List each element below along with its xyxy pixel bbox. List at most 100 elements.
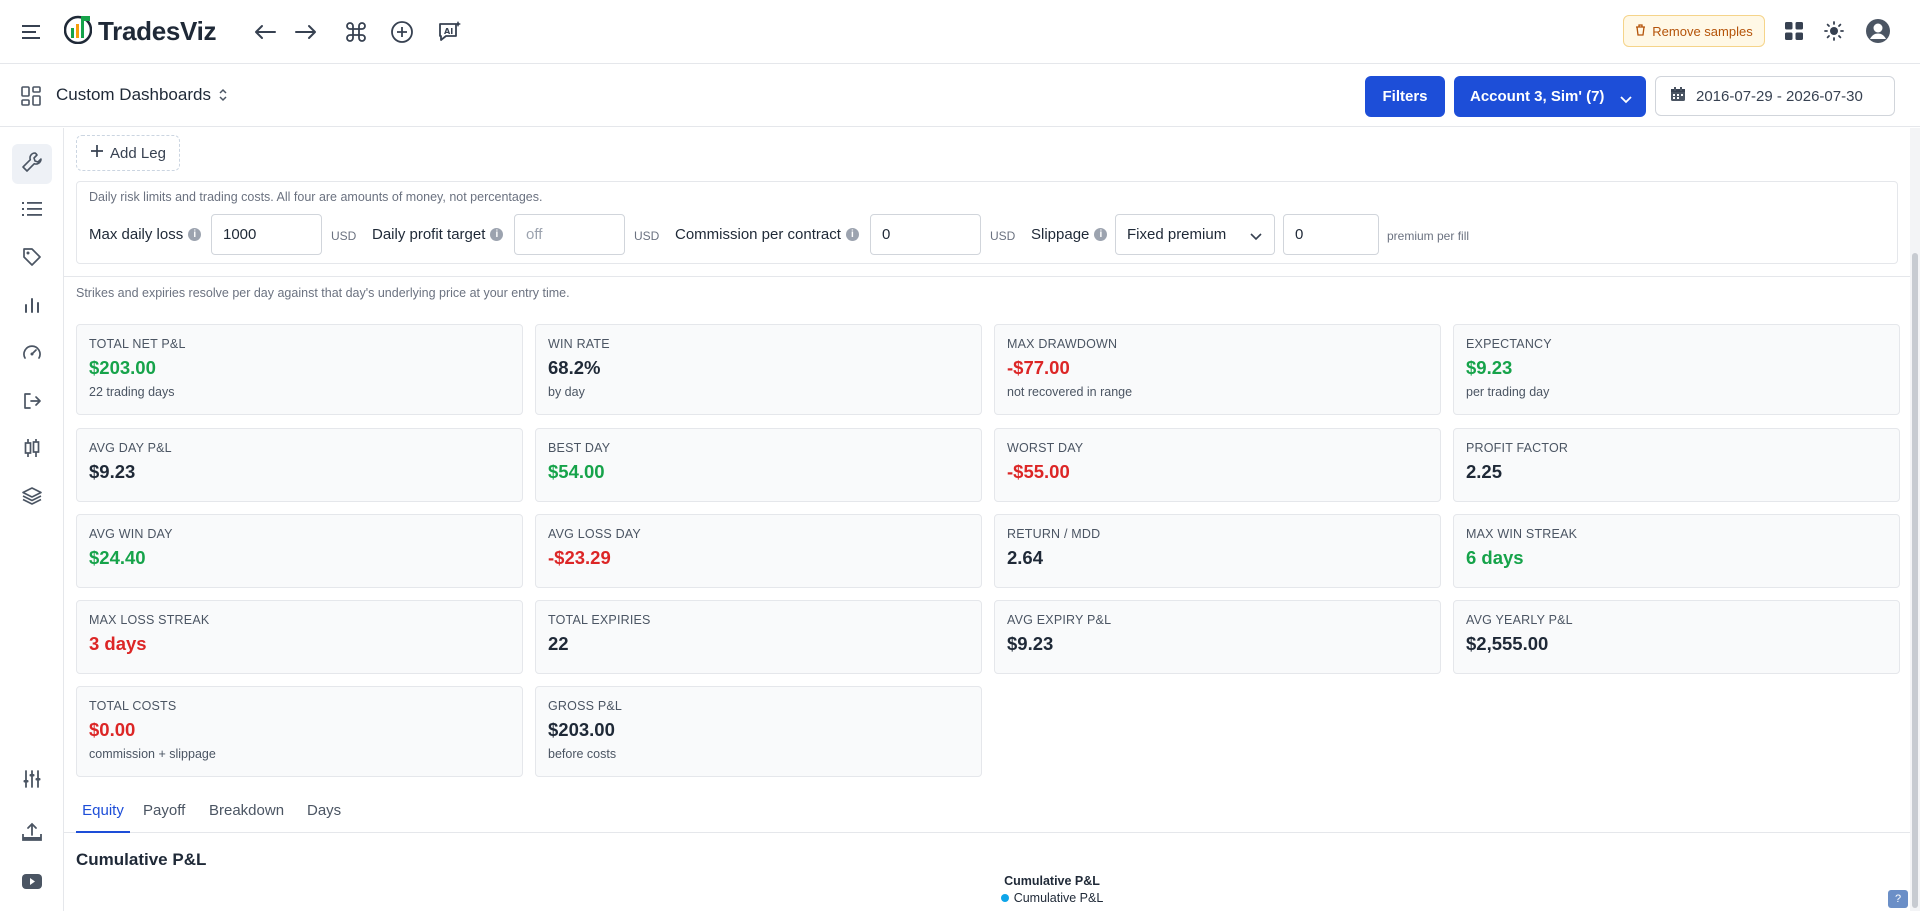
stat-label: AVG LOSS DAY <box>548 527 641 541</box>
sidebar-item-tools[interactable] <box>12 144 52 184</box>
date-range-text: 2016-07-29 - 2026-07-30 <box>1696 87 1863 105</box>
stat-value: 68.2% <box>548 357 601 378</box>
stat-card: MAX DRAWDOWN -$77.00 not recovered in rang… <box>994 324 1441 415</box>
info-icon[interactable]: i <box>490 228 504 241</box>
stat-card: PROFIT FACTOR 2.25 <box>1453 428 1900 502</box>
scroll-thumb[interactable] <box>1912 253 1918 908</box>
brand-logo[interactable]: TradesViz <box>63 14 217 49</box>
stat-value: $9.23 <box>1466 357 1513 378</box>
add-leg-label: Add Leg <box>110 144 166 162</box>
stat-label: TOTAL NET P&L <box>89 337 186 351</box>
stat-label: PROFIT FACTOR <box>1466 441 1569 455</box>
tab-breakdown[interactable]: Breakdown <box>209 798 284 833</box>
slippage-label: Slippage i <box>1031 226 1108 243</box>
stat-subtext: by day <box>548 385 585 399</box>
info-icon[interactable]: i <box>1094 228 1108 241</box>
stat-label: RETURN / MDD <box>1007 527 1101 541</box>
daily-profit-target-input[interactable]: off <box>514 214 625 255</box>
add-circle-icon[interactable] <box>388 18 416 46</box>
stat-label: MAX DRAWDOWN <box>1007 337 1118 351</box>
dashboard-grid-icon[interactable] <box>20 85 42 107</box>
stat-card: TOTAL NET P&L $203.00 22 trading days <box>76 324 523 415</box>
sign-out-icon <box>22 391 42 416</box>
stat-card: BEST DAY $54.00 <box>535 428 982 502</box>
daily-profit-target-unit: USD <box>634 229 660 243</box>
account-label: Account 3, Sim' (7) <box>1470 88 1605 105</box>
help-button[interactable]: ? <box>1888 890 1908 908</box>
max-daily-loss-input[interactable]: 1000 <box>211 214 322 255</box>
chevron-down-icon <box>1620 91 1632 108</box>
max-daily-loss-text: Max daily loss <box>89 226 184 243</box>
dashboard-title[interactable]: Custom Dashboards <box>56 85 211 105</box>
stat-card: AVG LOSS DAY -$23.29 <box>535 514 982 588</box>
stat-value: $9.23 <box>1007 633 1054 654</box>
date-range-picker[interactable]: 2016-07-29 - 2026-07-30 <box>1655 76 1895 116</box>
sidebar-item-gauge[interactable] <box>12 335 52 375</box>
chevron-down-icon <box>1250 228 1262 245</box>
sidebar-item-upload[interactable] <box>12 814 52 854</box>
stat-label: MAX LOSS STREAK <box>89 613 210 627</box>
theme-sun-icon[interactable] <box>1823 20 1845 42</box>
stat-card: WIN RATE 68.2% by day <box>535 324 982 415</box>
stat-card: AVG YEARLY P&L $2,555.00 <box>1453 600 1900 674</box>
add-leg-button[interactable]: Add Leg <box>76 135 180 171</box>
sidebar-item-tags[interactable] <box>12 239 52 279</box>
command-icon[interactable] <box>343 19 369 45</box>
stat-label: MAX WIN STREAK <box>1466 527 1578 541</box>
stat-card: EXPECTANCY $9.23 per trading day <box>1453 324 1900 415</box>
sidebar-item-settings[interactable] <box>12 761 52 801</box>
commission-input[interactable]: 0 <box>870 214 981 255</box>
chart-legend[interactable]: Cumulative P&L <box>942 891 1162 905</box>
stat-label: WORST DAY <box>1007 441 1084 455</box>
stat-value: $203.00 <box>548 719 615 740</box>
plus-icon <box>90 144 104 162</box>
stat-card: GROSS P&L $203.00 before costs <box>535 686 982 777</box>
scrollbar[interactable] <box>1910 128 1920 911</box>
stat-label: BEST DAY <box>548 441 611 455</box>
logo-icon <box>63 14 93 49</box>
sidebar-item-list[interactable] <box>12 191 52 231</box>
sidebar-item-layers[interactable] <box>12 478 52 518</box>
sidebar-item-youtube[interactable] <box>12 864 52 904</box>
stat-card: TOTAL EXPIRIES 22 <box>535 600 982 674</box>
commission-label: Commission per contract i <box>675 226 859 243</box>
remove-samples-button[interactable]: Remove samples <box>1623 15 1765 47</box>
tab-days[interactable]: Days <box>307 798 341 833</box>
tab-equity[interactable]: Equity <box>76 798 130 833</box>
slippage-value-input[interactable]: 0 <box>1283 214 1379 255</box>
daily-profit-target-placeholder: off <box>526 226 543 243</box>
stat-value: $24.40 <box>89 547 146 568</box>
filters-button[interactable]: Filters <box>1365 76 1445 117</box>
sliders-icon <box>22 769 42 793</box>
bar-chart-icon <box>23 296 41 319</box>
info-icon[interactable]: i <box>188 228 202 241</box>
daily-profit-target-text: Daily profit target <box>372 226 486 243</box>
commission-text: Commission per contract <box>675 226 841 243</box>
ai-chat-icon[interactable]: AI <box>435 18 465 46</box>
risk-settings-panel: Daily risk limits and trading costs. All… <box>76 181 1898 264</box>
apps-grid-icon[interactable] <box>1783 20 1805 42</box>
stat-card: AVG WIN DAY $24.40 <box>76 514 523 588</box>
sidebar-item-charts[interactable] <box>12 287 52 327</box>
sidebar-item-export[interactable] <box>12 383 52 423</box>
sort-updown-icon[interactable] <box>218 87 228 108</box>
strike-note: Strikes and expiries resolve per day aga… <box>76 286 570 300</box>
stat-value: 2.64 <box>1007 547 1044 568</box>
user-avatar-icon[interactable] <box>1864 17 1892 45</box>
stat-value: 3 days <box>89 633 147 654</box>
daily-profit-target-label: Daily profit target i <box>372 226 504 243</box>
max-daily-loss-label: Max daily loss i <box>89 226 202 243</box>
account-selector[interactable]: Account 3, Sim' (7) <box>1454 76 1646 117</box>
slippage-mode-select[interactable]: Fixed premium <box>1115 214 1275 255</box>
candlestick-icon <box>22 438 42 463</box>
slippage-mode-value: Fixed premium <box>1127 226 1227 243</box>
sidebar-item-candles[interactable] <box>12 430 52 470</box>
info-icon[interactable]: i <box>845 228 859 241</box>
stat-label: GROSS P&L <box>548 699 623 713</box>
upload-icon <box>22 822 42 847</box>
commission-unit: USD <box>990 229 1016 243</box>
back-arrow-icon[interactable] <box>252 20 278 44</box>
tab-payoff[interactable]: Payoff <box>143 798 185 833</box>
menu-icon[interactable] <box>20 20 44 44</box>
forward-arrow-icon[interactable] <box>293 20 319 44</box>
